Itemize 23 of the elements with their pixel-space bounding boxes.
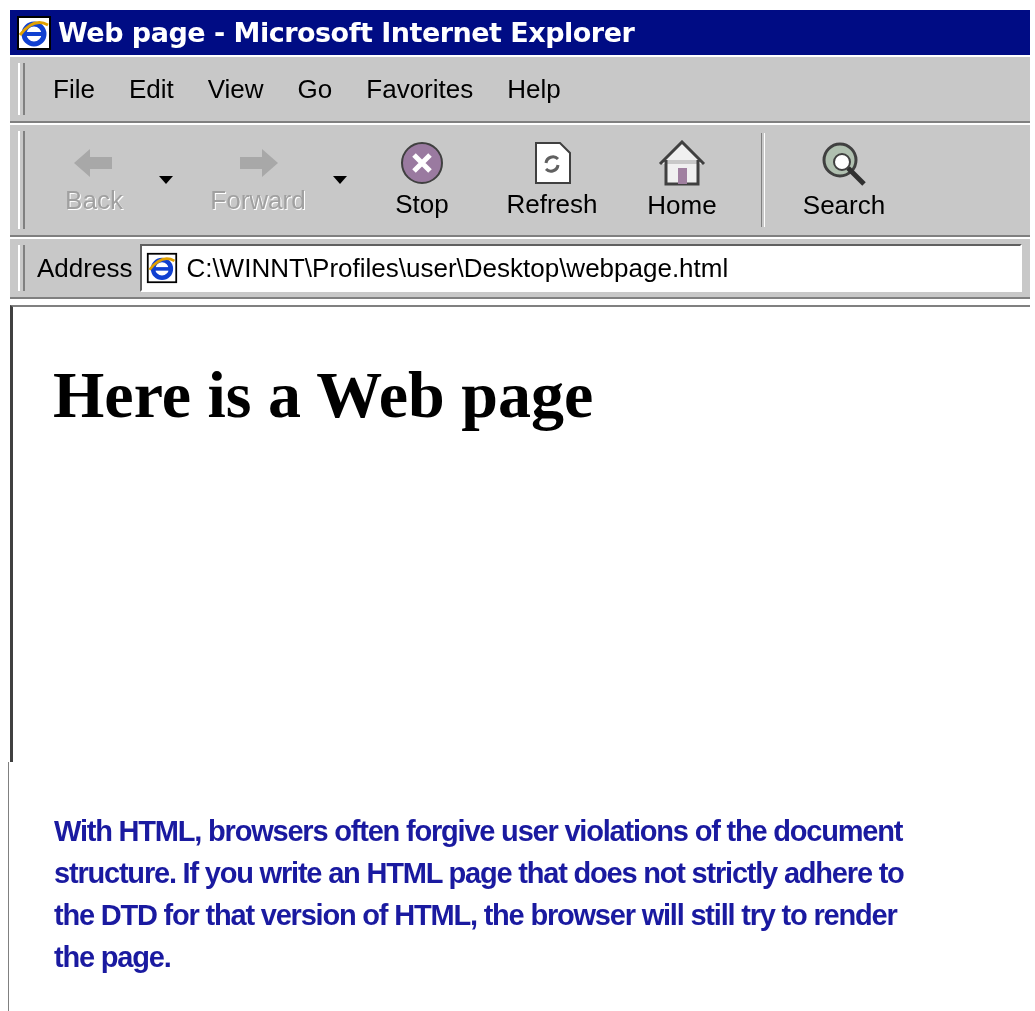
menu-item[interactable]: View — [197, 73, 274, 105]
caption-text: With HTML, browsers often forgive user violations of the document structure. If you write an HTML page that does not strictly adhere to the DTD for that version of HTML, the browser will still try to render the page. — [54, 814, 905, 976]
refresh-page-icon — [532, 140, 572, 185]
menu-item[interactable]: File — [43, 73, 105, 105]
address-label: Address — [37, 252, 133, 284]
stop-icon — [400, 140, 444, 185]
toolbar-grip-handle[interactable] — [18, 245, 25, 291]
toolbar-grip-handle[interactable] — [18, 131, 25, 229]
refresh-button[interactable]: Refresh — [487, 140, 617, 220]
browser-logo-icon — [146, 252, 179, 284]
toolbar-grip-handle[interactable] — [18, 63, 25, 115]
menu-item[interactable]: Help — [497, 73, 571, 105]
home-icon — [658, 139, 706, 186]
stop-button[interactable]: Stop — [357, 140, 487, 220]
menu-item[interactable]: Go — [287, 73, 343, 105]
address-field[interactable]: C:\WINNT\Profiles\user\Desktop\webpage.html — [140, 244, 1022, 292]
window-title: Web page - Microsoft Internet Explorer — [58, 17, 635, 48]
page-heading: Here is a Web page — [53, 357, 594, 433]
menu-item[interactable]: Favorites — [356, 73, 484, 105]
menu-item[interactable]: Edit — [118, 73, 184, 105]
home-button[interactable]: Home — [617, 139, 747, 221]
browser-logo-icon — [16, 14, 52, 51]
search-button[interactable]: Search — [779, 139, 909, 221]
